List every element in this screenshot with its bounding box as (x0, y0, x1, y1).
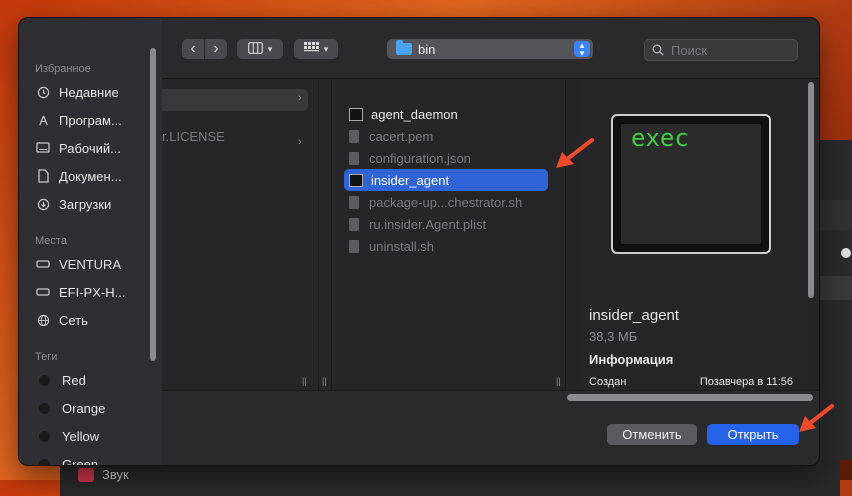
list-item[interactable]: configuration.json (349, 147, 549, 169)
browser-column-1: › r.LICENSE › || (162, 80, 319, 390)
clock-icon (35, 84, 51, 100)
document-file-icon (349, 129, 359, 143)
tags-header: Теги (35, 351, 58, 363)
preview-file-size: 38,3 МБ (589, 329, 638, 344)
open-button[interactable]: Открыть (707, 424, 799, 445)
background-band (819, 200, 852, 230)
document-file-icon (349, 217, 359, 231)
column-resize-handle[interactable]: || (322, 376, 327, 386)
folder-icon (396, 40, 412, 55)
chevron-left-icon: ‹ (190, 40, 196, 57)
chevron-down-icon: ▾ (323, 43, 329, 54)
sidebar-item-downloads[interactable]: Загрузки (35, 193, 111, 215)
group-button[interactable]: ▾ (294, 39, 338, 59)
document-file-icon (349, 239, 359, 253)
search-input[interactable] (669, 41, 793, 59)
sidebar: Избранное Недавние Програм... Рабочий...… (19, 18, 163, 465)
search-icon (652, 44, 664, 56)
places-header: Места (35, 235, 67, 247)
annotation-arrow-icon (556, 138, 594, 168)
download-icon (35, 196, 51, 212)
sidebar-item-desktop[interactable]: Рабочий... (35, 137, 121, 159)
sidebar-tag-red[interactable]: Red (35, 369, 86, 391)
globe-icon (35, 312, 51, 328)
sidebar-item-applications[interactable]: Програм... (35, 109, 122, 131)
column1-partial-item[interactable]: r.LICENSE (162, 125, 225, 147)
preview-file-name: insider_agent (589, 307, 680, 324)
updown-stepper-icon: ▴ ▾ (574, 41, 590, 58)
toolbar: ‹ › ▾ ▾ bin ▴ ▾ (162, 18, 819, 79)
tag-dot-icon (39, 374, 50, 386)
list-item[interactable]: cacert.pem (349, 125, 549, 147)
document-file-icon (349, 195, 359, 209)
chevron-right-icon: › (298, 136, 302, 148)
path-popup[interactable]: bin ▴ ▾ (387, 39, 593, 59)
applications-icon (35, 112, 51, 128)
grid-group-icon (303, 42, 319, 56)
horizontal-scrollbar-thumb[interactable] (567, 394, 813, 401)
horizontal-scrollbar-track (162, 390, 819, 406)
drive-icon (35, 284, 51, 300)
view-mode-button[interactable]: ▾ (237, 39, 283, 59)
chevron-down-icon: ▾ (267, 43, 273, 54)
browser-column-bin: agent_daemon cacert.pem configuration.js… (332, 80, 566, 390)
sidebar-item-efi[interactable]: EFI-PX-H... (35, 281, 125, 303)
column-resize-handle[interactable]: || (302, 376, 307, 386)
tag-dot-icon (39, 402, 50, 414)
preview-scrollbar[interactable] (808, 82, 814, 298)
sidebar-tag-green[interactable]: Green (35, 453, 98, 465)
list-item[interactable]: uninstall.sh (349, 235, 549, 257)
tag-dot-icon (39, 458, 50, 465)
search-field[interactable] (644, 39, 798, 61)
sidebar-tag-orange[interactable]: Orange (35, 397, 105, 419)
sidebar-item-recents[interactable]: Недавние (35, 81, 119, 103)
document-icon (35, 168, 51, 184)
forward-button[interactable]: › (205, 39, 227, 59)
chevron-right-icon: › (213, 40, 219, 57)
sidebar-scrollbar[interactable] (150, 48, 156, 361)
sidebar-item-network[interactable]: Сеть (35, 309, 88, 331)
favorites-header: Избранное (35, 63, 91, 75)
tag-dot-icon (39, 430, 50, 442)
columns-view-icon (247, 41, 263, 57)
list-item[interactable]: ru.insider.Agent.plist (349, 213, 549, 235)
cancel-button[interactable]: Отменить (607, 424, 697, 445)
preview-created-label: Создан (589, 376, 627, 388)
sidebar-tag-yellow[interactable]: Yellow (35, 425, 99, 447)
sidebar-item-ventura[interactable]: VENTURA (35, 253, 121, 275)
chevron-right-icon: › (298, 92, 302, 104)
list-item[interactable]: agent_daemon (349, 103, 549, 125)
preview-info-header: Информация (589, 352, 674, 367)
back-button[interactable]: ‹ (182, 39, 204, 59)
annotation-arrow-icon (799, 404, 834, 432)
dialog-footer: Отменить Открыть (162, 405, 819, 465)
executable-file-icon (349, 173, 363, 187)
executable-file-icon (349, 107, 363, 121)
preview-created-value: Позавчера в 11:56 (699, 376, 793, 388)
column-resize-handle[interactable]: || (556, 376, 561, 386)
column1-selected-row[interactable] (162, 89, 308, 111)
column-divider: || (319, 80, 332, 390)
path-label: bin (418, 41, 436, 57)
background-band (819, 276, 852, 300)
open-file-dialog: Избранное Недавние Програм... Рабочий...… (18, 17, 820, 466)
sidebar-item-documents[interactable]: Докумен... (35, 165, 122, 187)
terminal-exec-icon: exec (611, 114, 771, 254)
drive-icon (35, 256, 51, 272)
document-file-icon (349, 151, 359, 165)
list-item[interactable]: package-up...chestrator.sh (349, 191, 549, 213)
desktop-icon (35, 140, 51, 156)
background-slider-knob (841, 248, 851, 258)
speaker-icon (78, 467, 94, 482)
list-item-selected[interactable]: insider_agent (344, 169, 548, 191)
